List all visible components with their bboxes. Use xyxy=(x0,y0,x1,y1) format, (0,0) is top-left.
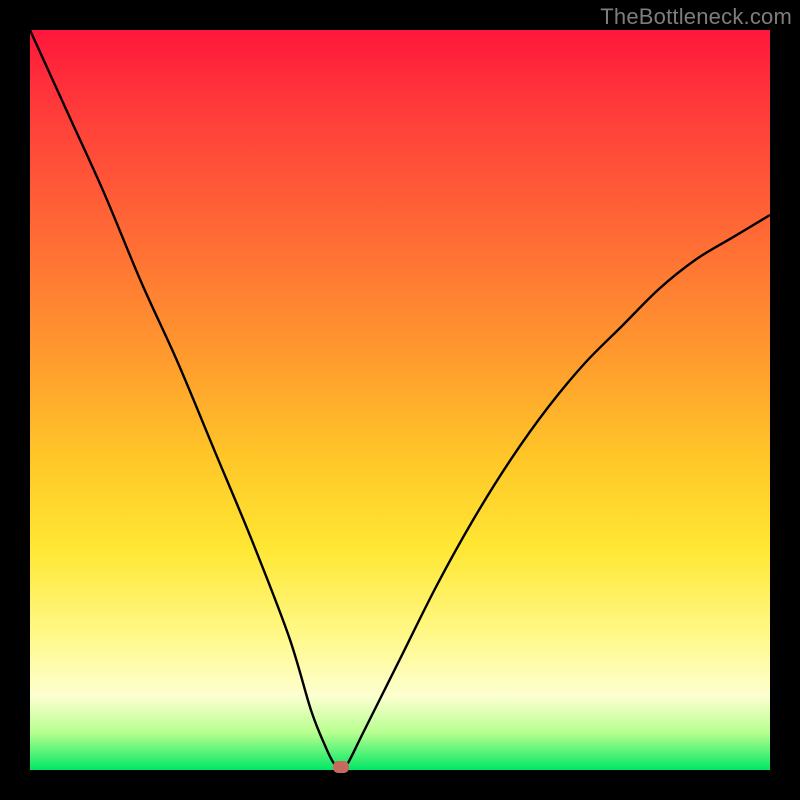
curve-path xyxy=(30,30,770,770)
watermark-text: TheBottleneck.com xyxy=(600,4,792,30)
bottleneck-curve xyxy=(30,30,770,770)
chart-frame: TheBottleneck.com xyxy=(0,0,800,800)
plot-area xyxy=(30,30,770,770)
optimum-marker xyxy=(333,761,349,773)
